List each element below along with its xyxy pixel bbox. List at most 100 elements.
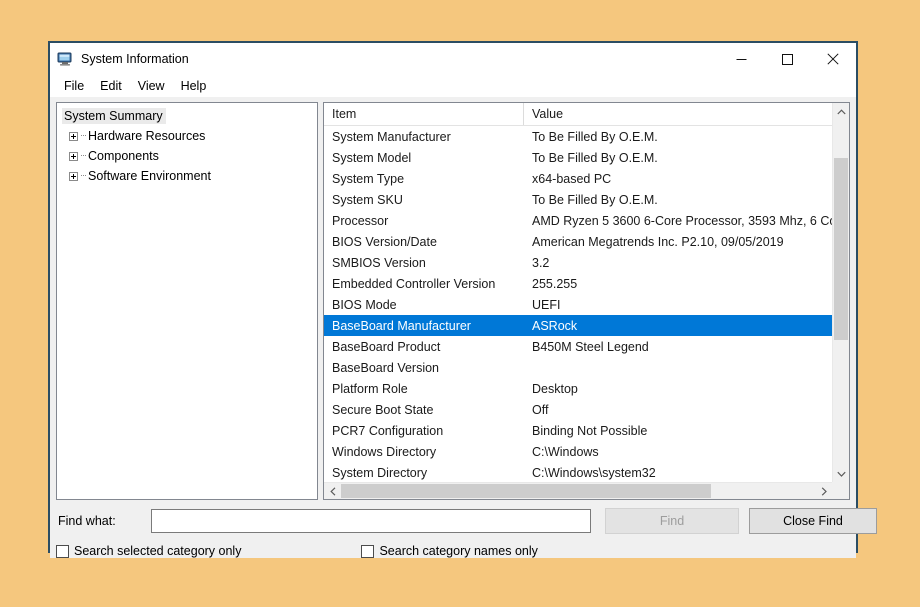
list-rows: System Manufacturer To Be Filled By O.E.M… — [324, 126, 835, 483]
find-what-label: Find what: — [58, 514, 116, 528]
cell-value: ASRock — [532, 318, 578, 333]
find-bar: Find what: Find Close Find Search select… — [56, 500, 877, 558]
checkbox-box[interactable] — [361, 544, 375, 558]
panes: System Summary Hardware Resources Compon… — [56, 102, 850, 500]
cell-item: Processor — [332, 213, 389, 228]
scroll-left-icon[interactable] — [324, 483, 341, 499]
client-area: System Summary Hardware Resources Compon… — [50, 97, 877, 558]
horizontal-scroll-thumb[interactable] — [341, 484, 711, 498]
close-button[interactable] — [810, 43, 856, 75]
cell-value: UEFI — [532, 297, 561, 312]
table-row[interactable]: BIOS Version/Date American Megatrends Inc… — [324, 231, 835, 252]
tree-item-components[interactable]: Components — [57, 146, 317, 166]
find-input[interactable] — [151, 509, 591, 533]
maximize-button[interactable] — [764, 43, 810, 75]
table-row[interactable]: BaseBoard Version — [324, 357, 835, 378]
menu-item-edit[interactable]: Edit — [93, 76, 131, 96]
table-row[interactable]: PCR7 Configuration Binding Not Possible — [324, 420, 835, 441]
cell-value: 255.255 — [532, 276, 578, 291]
cell-value: AMD Ryzen 5 3600 6-Core Processor, 3593 … — [532, 213, 835, 228]
cell-item: Windows Directory — [332, 444, 437, 459]
cell-value: B450M Steel Legend — [532, 339, 649, 354]
table-row[interactable]: System Directory C:\Windows\system32 — [324, 462, 835, 483]
menu-item-view[interactable]: View — [131, 76, 174, 96]
cell-value: American Megatrends Inc. P2.10, 09/05/20… — [532, 234, 784, 249]
tree-item-label: Hardware Resources — [88, 129, 206, 143]
tree-connector — [81, 135, 86, 137]
cell-value: C:\Windows — [532, 444, 599, 459]
cell-value: Off — [532, 402, 549, 417]
close-find-button[interactable]: Close Find — [749, 508, 877, 534]
find-options: Search selected category only Search cat… — [56, 544, 850, 558]
table-row[interactable]: Windows Directory C:\Windows — [324, 441, 835, 462]
cell-value: 3.2 — [532, 255, 550, 270]
cell-item: BaseBoard Product — [332, 339, 441, 354]
scroll-up-icon[interactable] — [833, 103, 849, 120]
tree-item-label: System Summary — [62, 108, 166, 124]
menu-item-help[interactable]: Help — [174, 76, 216, 96]
cell-item: System Type — [332, 171, 405, 186]
horizontal-scrollbar[interactable] — [324, 482, 832, 499]
tree-item-software-environment[interactable]: Software Environment — [57, 166, 317, 186]
cell-item: SMBIOS Version — [332, 255, 426, 270]
title-bar[interactable]: System Information — [50, 43, 856, 75]
expand-plus-icon[interactable] — [69, 131, 78, 141]
table-row[interactable]: Embedded Controller Version 255.255 — [324, 273, 835, 294]
column-header-item[interactable]: Item — [324, 103, 524, 125]
checkbox-search-selected-category[interactable]: Search selected category only — [56, 544, 241, 558]
expand-plus-icon[interactable] — [69, 171, 78, 181]
list-header: Item Value — [324, 103, 849, 126]
cell-value: C:\Windows\system32 — [532, 465, 656, 480]
find-button[interactable]: Find — [605, 508, 739, 534]
table-row[interactable]: Processor AMD Ryzen 5 3600 6-Core Process… — [324, 210, 835, 231]
cell-value: To Be Filled By O.E.M. — [532, 150, 658, 165]
category-tree[interactable]: System Summary Hardware Resources Compon… — [56, 102, 318, 500]
tree-connector — [81, 155, 86, 157]
cell-value: To Be Filled By O.E.M. — [532, 192, 658, 207]
cell-value: Desktop — [532, 381, 578, 396]
system-information-icon — [57, 51, 73, 67]
tree-item-label: Components — [88, 149, 159, 163]
table-row[interactable]: SMBIOS Version 3.2 — [324, 252, 835, 273]
expand-plus-icon[interactable] — [69, 151, 78, 161]
table-row[interactable]: System Type x64-based PC — [324, 168, 835, 189]
cell-item: System Manufacturer — [332, 129, 451, 144]
checkbox-search-category-names[interactable]: Search category names only — [361, 544, 538, 558]
vertical-scrollbar[interactable] — [832, 103, 849, 482]
cell-item: Platform Role — [332, 381, 408, 396]
scroll-down-icon[interactable] — [833, 465, 849, 482]
column-header-value[interactable]: Value — [524, 103, 849, 125]
cell-item: System Model — [332, 150, 412, 165]
table-row[interactable]: Platform Role Desktop — [324, 378, 835, 399]
vertical-scroll-thumb[interactable] — [834, 158, 848, 340]
cell-item: BIOS Mode — [332, 297, 397, 312]
table-row[interactable]: System Model To Be Filled By O.E.M. — [324, 147, 835, 168]
tree-item-system-summary[interactable]: System Summary — [57, 106, 317, 126]
checkbox-box[interactable] — [56, 544, 69, 558]
table-row[interactable]: System SKU To Be Filled By O.E.M. — [324, 189, 835, 210]
cell-item: BaseBoard Version — [332, 360, 440, 375]
cell-item: Secure Boot State — [332, 402, 434, 417]
scrollbar-corner — [832, 482, 849, 499]
minimize-button[interactable] — [718, 43, 764, 75]
table-row[interactable]: Secure Boot State Off — [324, 399, 835, 420]
menu-bar: File Edit View Help — [50, 75, 856, 97]
tree-item-label: Software Environment — [88, 169, 211, 183]
window-controls — [718, 43, 856, 75]
tree-item-hardware-resources[interactable]: Hardware Resources — [57, 126, 317, 146]
scroll-right-icon[interactable] — [815, 483, 832, 499]
list-body: System Manufacturer To Be Filled By O.E.M… — [324, 126, 849, 499]
checkbox-label: Search category names only — [379, 544, 538, 558]
find-row: Find what: Find Close Find — [56, 508, 877, 534]
checkbox-label: Search selected category only — [74, 544, 242, 558]
details-list: Item Value System Manufacturer To Be Fill… — [323, 102, 850, 500]
cell-item: BaseBoard Manufacturer — [332, 318, 471, 333]
table-row[interactable]: BIOS Mode UEFI — [324, 294, 835, 315]
table-row[interactable]: BaseBoard Product B450M Steel Legend — [324, 336, 835, 357]
table-row[interactable]: System Manufacturer To Be Filled By O.E.M… — [324, 126, 835, 147]
cell-item: Embedded Controller Version — [332, 276, 496, 291]
table-row[interactable]: BaseBoard Manufacturer ASRock — [324, 315, 835, 336]
menu-item-file[interactable]: File — [57, 76, 93, 96]
tree-connector — [81, 175, 86, 177]
cell-item: PCR7 Configuration — [332, 423, 444, 438]
